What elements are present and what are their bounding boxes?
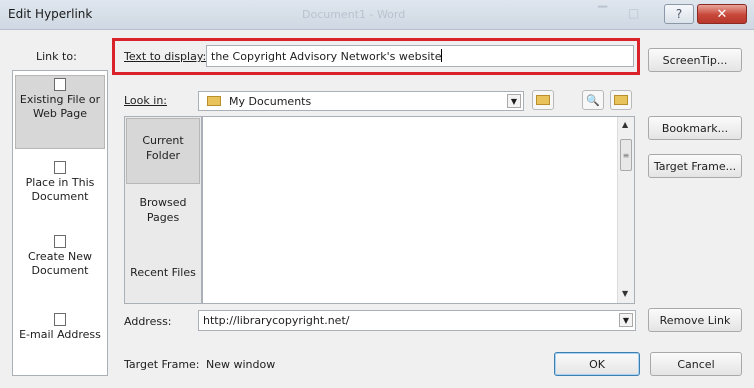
browse-file-button[interactable] (610, 90, 632, 110)
ok-button[interactable]: OK (554, 352, 640, 376)
folder-icon (207, 96, 221, 106)
scroll-down-icon[interactable]: ▼ (622, 289, 628, 298)
look-in-label: Look in: (124, 94, 167, 107)
link-to-existing-file-label: Existing File or Web Page (19, 93, 101, 120)
background-minimize-icon: ▔ (598, 6, 608, 20)
background-window-title: Document1 - Word (302, 8, 406, 21)
close-icon: ✕ (716, 6, 728, 22)
background-maximize-icon: □ (628, 6, 640, 20)
remove-link-button-label: Remove Link (659, 313, 731, 327)
up-one-folder-button[interactable] (532, 90, 554, 110)
file-list-scrollbar[interactable]: ▲ ≡ ▼ (617, 117, 634, 303)
close-button[interactable]: ✕ (697, 4, 747, 24)
cancel-button[interactable]: Cancel (650, 352, 742, 376)
place-browsed-pages-label: Browsed Pages (139, 196, 187, 224)
place-recent-files-label: Recent Files (130, 266, 196, 279)
look-in-value: My Documents (229, 95, 312, 108)
dropdown-arrow-icon: ▼ (507, 94, 521, 108)
target-frame-value: New window (206, 358, 276, 371)
link-to-place-in-document[interactable]: Place in This Document (15, 159, 105, 225)
screentip-button[interactable]: ScreenTip... (648, 48, 742, 72)
scroll-grip-icon: ≡ (622, 150, 630, 160)
dialog-title: Edit Hyperlink (8, 7, 93, 21)
create-new-document-icon (54, 235, 66, 248)
link-to-create-new-document-label: Create New Document (27, 250, 93, 277)
link-to-label: Link to: (36, 50, 77, 63)
screentip-button-label: ScreenTip... (662, 53, 728, 67)
place-current-folder-label: Current Folder (142, 134, 184, 162)
existing-file-icon (54, 78, 66, 91)
text-to-display-label: Text to display: (124, 50, 207, 63)
link-to-place-in-document-label: Place in This Document (25, 176, 95, 203)
look-in-select[interactable]: My Documents ▼ (198, 91, 524, 111)
address-input[interactable]: http://librarycopyright.net/ ▼ (198, 310, 636, 331)
bookmark-button[interactable]: Bookmark... (648, 116, 742, 140)
address-value: http://librarycopyright.net/ (203, 314, 350, 327)
address-label: Address: (124, 315, 172, 328)
edit-hyperlink-dialog: Link to: Text to display: the Copyright … (0, 30, 754, 388)
target-frame-button[interactable]: Target Frame... (648, 154, 742, 178)
file-list[interactable]: ▲ ≡ ▼ (202, 116, 635, 304)
place-in-document-icon (54, 161, 66, 174)
title-bar: Edit Hyperlink Document1 - Word ▔ □ ? ✕ (0, 0, 754, 30)
text-caret (441, 49, 443, 62)
bookmark-button-label: Bookmark... (661, 121, 729, 135)
link-to-email-address[interactable]: E-mail Address (15, 311, 105, 361)
text-to-display-value: the Copyright Advisory Network's website (211, 50, 442, 63)
target-frame-button-label: Target Frame... (653, 159, 737, 173)
help-icon: ? (675, 7, 683, 21)
text-to-display-input[interactable]: the Copyright Advisory Network's website (206, 45, 634, 67)
link-to-bar: Existing File or Web Page Place in This … (12, 70, 108, 376)
scroll-up-icon[interactable]: ▲ (622, 120, 628, 129)
help-button[interactable]: ? (664, 4, 694, 24)
browse-file-icon (614, 95, 628, 105)
place-browsed-pages[interactable]: Browsed Pages (126, 195, 200, 225)
link-to-create-new-document[interactable]: Create New Document (15, 233, 105, 297)
link-to-email-address-label: E-mail Address (19, 328, 101, 341)
address-dropdown-icon[interactable]: ▼ (619, 313, 633, 327)
place-current-folder[interactable]: Current Folder (126, 118, 200, 184)
browse-web-icon: 🔍 (586, 93, 600, 107)
remove-link-button[interactable]: Remove Link (648, 308, 742, 332)
link-to-existing-file[interactable]: Existing File or Web Page (15, 75, 105, 149)
places-bar: Current Folder Browsed Pages Recent File… (124, 116, 202, 304)
browse-web-button[interactable]: 🔍 (582, 90, 604, 110)
up-folder-icon (536, 95, 550, 105)
ok-button-label: OK (589, 357, 605, 371)
place-recent-files[interactable]: Recent Files (126, 265, 200, 280)
email-address-icon (54, 313, 66, 326)
cancel-button-label: Cancel (677, 357, 715, 371)
target-frame-label: Target Frame: (124, 358, 200, 371)
scroll-thumb[interactable]: ≡ (620, 139, 632, 171)
